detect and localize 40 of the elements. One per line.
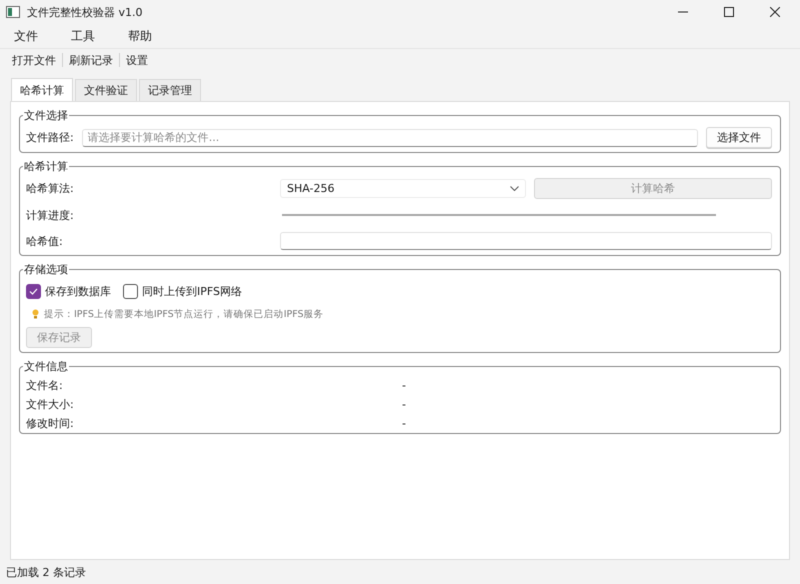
app-icon	[6, 6, 20, 18]
group-title: 存储选项	[23, 262, 69, 277]
info-label: 文件名:	[26, 380, 64, 391]
group-title: 哈希计算	[23, 159, 69, 174]
tab[interactable]: 哈希计算	[11, 78, 73, 101]
info-value: -	[402, 418, 406, 429]
field-label: 哈希值:	[26, 234, 64, 248]
toolbar-button[interactable]: 设置	[120, 50, 154, 70]
checkmark-icon	[29, 288, 38, 294]
window-title: 文件完整性校验器 v1.0	[27, 4, 142, 20]
menu-item[interactable]: 文件	[6, 28, 51, 44]
algorithm-dropdown[interactable]: SHA-256	[280, 179, 526, 198]
close-icon[interactable]	[770, 7, 780, 17]
checkbox[interactable]	[123, 284, 138, 298]
hint-text: 提示：IPFS上传需要本地IPFS节点运行，请确保已启动IPFS服务	[44, 308, 324, 320]
checkbox[interactable]	[26, 284, 41, 298]
checkbox-label[interactable]: 同时上传到IPFS网络	[142, 284, 242, 298]
field-label: 哈希算法:	[26, 181, 75, 196]
menu-item[interactable]: 帮助	[120, 28, 165, 44]
tab[interactable]: 文件验证	[75, 79, 137, 101]
toolbar-button[interactable]: 打开文件	[6, 50, 62, 70]
checkbox-label[interactable]: 保存到数据库	[45, 284, 111, 298]
field-label: 文件路径:	[26, 130, 74, 145]
info-label: 修改时间:	[26, 418, 75, 429]
group-title: 文件信息	[23, 359, 69, 374]
hash-value-field[interactable]	[280, 232, 772, 250]
tab[interactable]: 记录管理	[139, 79, 201, 101]
lightbulb-icon	[32, 309, 39, 319]
field-label: 计算进度:	[26, 208, 75, 222]
status-text: 已加载 2 条记录	[6, 564, 86, 580]
file-path-field[interactable]: 请选择要计算哈希的文件...	[82, 128, 698, 146]
info-value: -	[402, 380, 406, 391]
info-value: -	[402, 399, 406, 410]
chevron-down-icon	[510, 186, 519, 191]
group-title: 文件选择	[23, 108, 69, 123]
info-label: 文件大小:	[26, 399, 75, 410]
select-file-button[interactable]: 选择文件	[706, 127, 772, 148]
maximize-icon[interactable]	[724, 7, 734, 17]
menu-item[interactable]: 工具	[63, 28, 108, 44]
toolbar-button[interactable]: 刷新记录	[63, 50, 119, 70]
